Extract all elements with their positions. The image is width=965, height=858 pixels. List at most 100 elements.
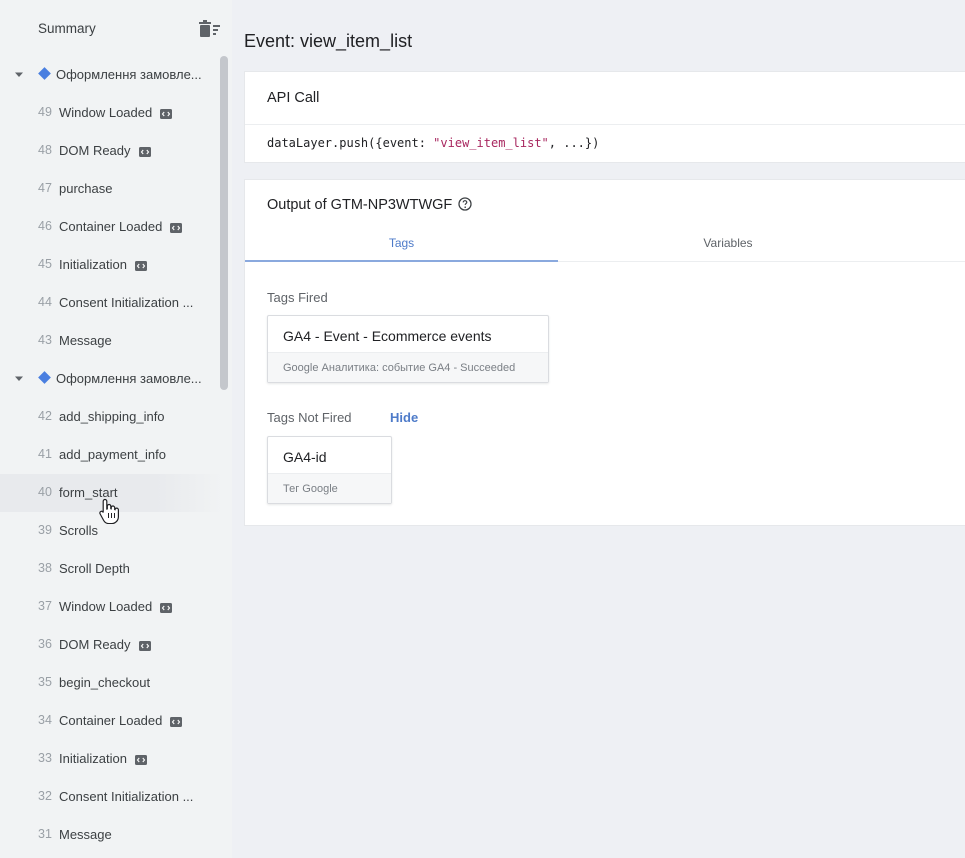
event-number: 35 [38,675,52,689]
event-item[interactable]: 31 Message [0,816,222,854]
tab-variables[interactable]: Variables [558,226,898,262]
delete-all-icon[interactable] [199,20,221,38]
event-label: Initialization [59,751,147,766]
tag-type: Тег Google [283,483,338,495]
event-label-text: add_shipping_info [59,409,165,424]
tag-card[interactable]: GA4-id Тег Google [267,436,392,504]
event-label: Message [59,333,112,348]
event-number: 42 [38,409,52,423]
event-label-text: Message [59,333,112,348]
chevron-down-icon[interactable] [14,375,24,383]
help-icon[interactable] [458,197,472,211]
event-label-text: add_payment_info [59,447,166,462]
event-label: Scroll Depth [59,561,130,576]
chevron-down-icon[interactable] [14,71,24,79]
event-item[interactable]: 36 DOM Ready [0,626,222,664]
event-item[interactable]: 32 Consent Initialization ... [0,778,222,816]
divider [245,124,965,125]
event-number: 46 [38,219,52,233]
sidebar-scrollbar[interactable] [220,56,228,390]
hide-button[interactable]: Hide [390,410,418,425]
event-item[interactable]: 47 purchase [0,170,222,208]
event-label: Consent Initialization ... [59,789,193,804]
event-label-text: Window Loaded [59,599,153,614]
event-label-text: DOM Ready [59,143,131,158]
event-label: Window Loaded [59,599,173,614]
event-label: add_shipping_info [59,409,165,424]
event-label: DOM Ready [59,143,151,158]
summary-link[interactable]: Summary [38,21,96,36]
event-item[interactable]: 49 Window Loaded [0,94,222,132]
event-label: Container Loaded [59,219,183,234]
tag-name: GA4 - Event - Ecommerce events [283,328,492,344]
code-icon [170,716,183,727]
tags-fired-heading: Tags Fired [267,290,328,305]
event-item[interactable]: 37 Window Loaded [0,588,222,626]
event-label-text: purchase [59,181,113,196]
event-label: Consent Initialization ... [59,295,193,310]
event-number: 49 [38,105,52,119]
tab-variables-label: Variables [703,236,753,250]
event-number: 36 [38,637,52,651]
event-number: 45 [38,257,52,271]
event-group-label: Оформлення замовле... [56,67,202,82]
code-icon [138,640,151,651]
event-item[interactable]: 35 begin_checkout [0,664,222,702]
sidebar: Summary Оформлення замовле... 49 Window Lo… [0,0,232,858]
event-item[interactable]: 42 add_shipping_info [0,398,222,436]
hand-pointer-icon [99,498,119,524]
event-label-text: begin_checkout [59,675,151,690]
page-title: Event: view_item_list [244,31,413,51]
event-number: 38 [38,561,52,575]
event-number: 41 [38,447,52,461]
event-item[interactable]: 44 Consent Initialization ... [0,284,222,322]
event-item[interactable]: 38 Scroll Depth [0,550,222,588]
code-icon [170,222,183,233]
event-label-text: Window Loaded [59,105,153,120]
output-card: Output of GTM-NP3WTWGF Tags Variables Ta… [244,179,965,526]
tab-tags[interactable]: Tags [245,226,558,262]
api-call-code: dataLayer.push({event: "view_item_list",… [267,136,599,150]
event-label-text: DOM Ready [59,637,131,652]
tab-tags-label: Tags [388,236,415,250]
event-label-text: Container Loaded [59,219,163,234]
event-item[interactable]: 33 Initialization [0,740,222,778]
event-label: Message [59,827,112,842]
event-number: 39 [38,523,52,537]
event-number: 48 [38,143,52,157]
event-label: begin_checkout [59,675,150,690]
event-label-text: Initialization [59,257,127,272]
event-label: Window Loaded [59,105,173,120]
event-label-text: Container Loaded [59,713,163,728]
event-group[interactable]: Оформлення замовле... [0,360,222,398]
event-item[interactable]: 45 Initialization [0,246,222,284]
code-icon [160,108,173,119]
event-label: purchase [59,181,112,196]
event-label-text: Consent Initialization ... [59,295,194,310]
event-label-text: Scroll Depth [59,561,130,576]
event-item[interactable]: 34 Container Loaded [0,702,222,740]
code-prefix: dataLayer.push({event: [267,136,434,150]
event-item[interactable]: 43 Message [0,322,222,360]
output-title: Output of GTM-NP3WTWGF [267,197,472,213]
event-group[interactable]: Оформлення замовле... [0,56,222,94]
code-icon [134,260,147,271]
event-number: 47 [38,181,52,195]
event-label-text: Initialization [59,751,127,766]
event-item[interactable]: 41 add_payment_info [0,436,222,474]
event-number: 34 [38,713,52,727]
event-item[interactable]: 46 Container Loaded [0,208,222,246]
event-item[interactable]: 48 DOM Ready [0,132,222,170]
event-label-text: Scrolls [59,523,99,538]
event-label: DOM Ready [59,637,151,652]
event-number: 32 [38,789,52,803]
active-tab-indicator [245,260,558,262]
sidebar-header: Summary [0,0,232,58]
event-group-label: Оформлення замовле... [56,371,202,386]
event-label: Container Loaded [59,713,183,728]
api-call-title: API Call [267,90,320,106]
tag-card[interactable]: GA4 - Event - Ecommerce events Google Ан… [267,315,549,383]
tags-not-fired-heading: Tags Not Fired [267,410,352,425]
divider [558,261,965,262]
code-suffix: , ...}) [548,136,600,150]
